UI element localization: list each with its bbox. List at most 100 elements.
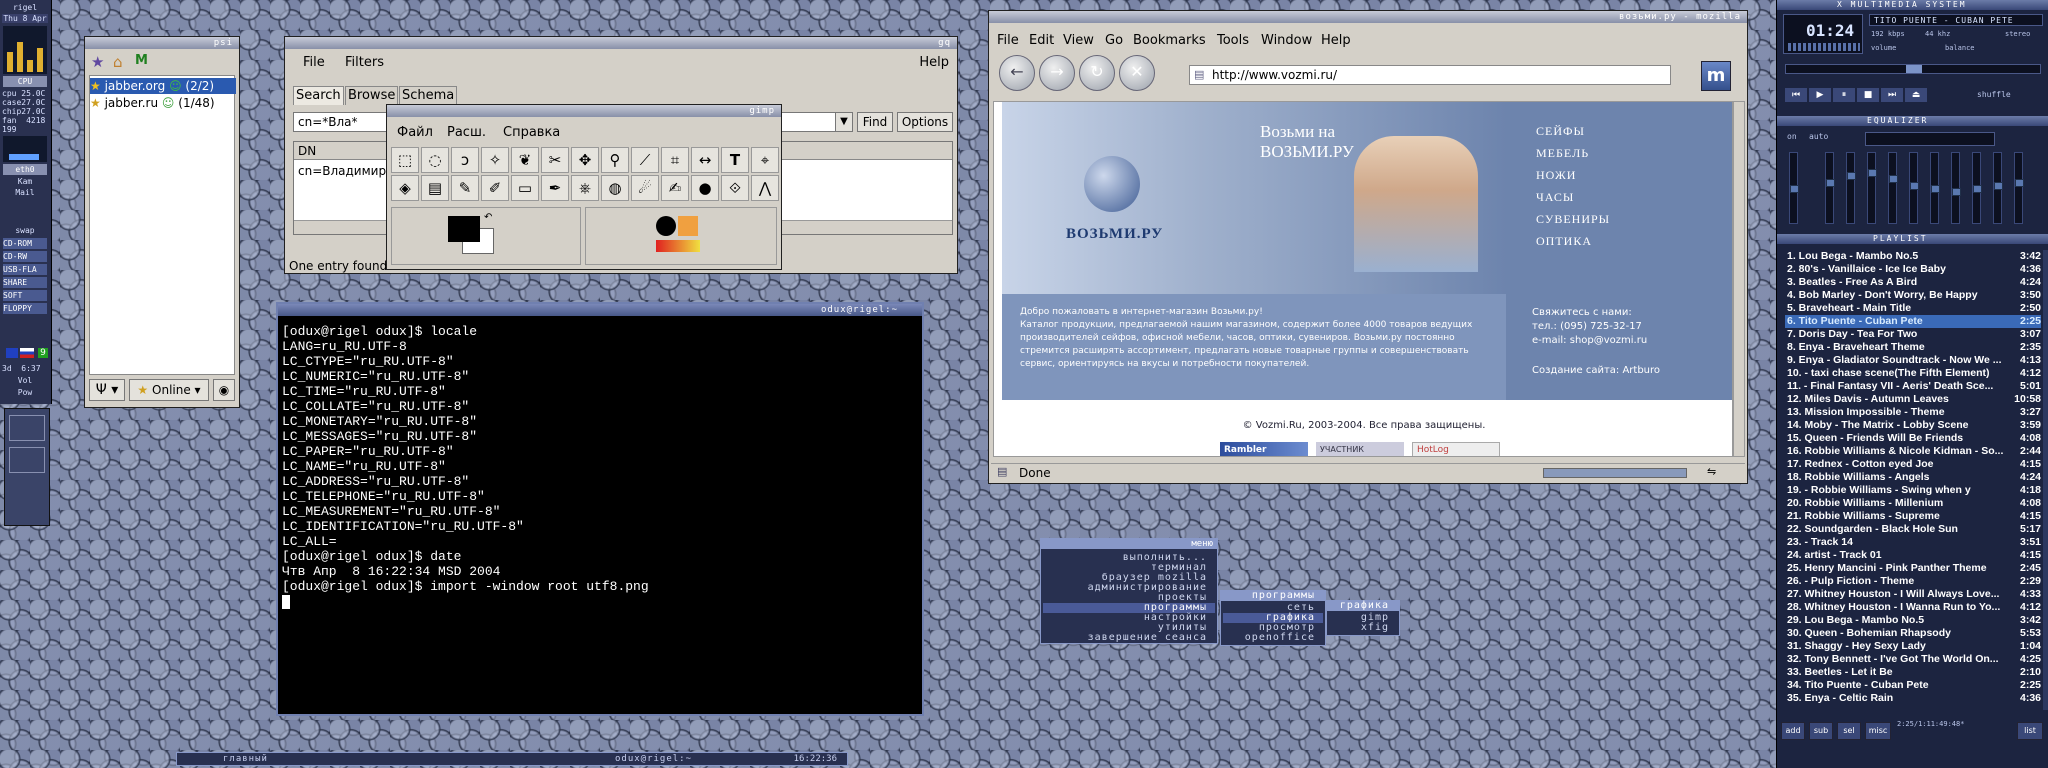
playlist-row[interactable]: 29. Lou Bega - Mambo No.5 3:42: [1785, 614, 2041, 627]
find-button[interactable]: Find: [857, 112, 893, 132]
slider-knob[interactable]: [1952, 188, 1961, 196]
add-button[interactable]: add: [1781, 722, 1805, 740]
convolve-icon[interactable]: ◍: [601, 175, 629, 201]
slider-knob[interactable]: [1994, 182, 2003, 190]
vertical-scrollbar[interactable]: [1733, 101, 1745, 457]
playlist-row[interactable]: 19. - Robbie Williams - Swing when y 4:18: [1785, 484, 2041, 497]
menu-view[interactable]: View: [1063, 33, 1094, 48]
mozilla-throbber-icon[interactable]: m: [1701, 61, 1731, 91]
dock-pow[interactable]: Pow: [2, 388, 48, 397]
ink-icon[interactable]: ●: [691, 175, 719, 201]
playlist-row[interactable]: 32. Tony Bennett - I've Got The World On…: [1785, 653, 2041, 666]
zoom-icon[interactable]: ⚲: [601, 147, 629, 173]
drive-cdrom[interactable]: CD-ROM: [3, 238, 47, 249]
eject-icon[interactable]: ⏏: [1905, 88, 1927, 102]
tab-browse[interactable]: Browse: [345, 86, 399, 105]
slider-knob[interactable]: [1868, 169, 1877, 177]
menu-icon[interactable]: M: [135, 53, 148, 68]
gq-titlebar[interactable]: gq: [285, 37, 957, 49]
seek-handle[interactable]: [1906, 65, 1922, 73]
play-icon[interactable]: ▶: [1809, 88, 1831, 102]
eq-auto-toggle[interactable]: auto: [1809, 132, 1828, 141]
slider-knob[interactable]: [1910, 182, 1919, 190]
playlist-row[interactable]: 16. Robbie Williams & Nicole Kidman - So…: [1785, 445, 2041, 458]
pencil-icon[interactable]: ✎: [451, 175, 479, 201]
scissors-icon[interactable]: ✂: [541, 147, 569, 173]
playlist-row[interactable]: 2. 80's - Vanillaice - Ice Ice Baby 4:36: [1785, 263, 2041, 276]
dock-vol[interactable]: Vol: [2, 376, 48, 385]
playlist-row[interactable]: 20. Robbie Williams - Millenium 4:08: [1785, 497, 2041, 510]
desk-1[interactable]: [9, 415, 45, 441]
eq-band-slider[interactable]: [2014, 152, 2024, 224]
gimp-titlebar[interactable]: gimp: [387, 105, 781, 117]
playlist-row[interactable]: 13. Mission Impossible - Theme 3:27: [1785, 406, 2041, 419]
chevron-down-icon[interactable]: ▼: [835, 112, 853, 132]
status-selector[interactable]: ★ Online ▾: [129, 379, 209, 401]
playlist-row[interactable]: 34. Tito Puente - Cuban Pete 2:25: [1785, 679, 2041, 692]
playlist-row[interactable]: 4. Bob Marley - Don't Worry, Be Happy 3:5…: [1785, 289, 2041, 302]
list-button[interactable]: list: [2017, 722, 2043, 740]
sub-button[interactable]: sub: [1809, 722, 1833, 740]
result-row[interactable]: cn=Владимир: [298, 164, 386, 178]
playlist-row[interactable]: 12. Miles Davis - Autumn Leaves 10:58: [1785, 393, 2041, 406]
slider-knob[interactable]: [1931, 185, 1940, 193]
playlist-row[interactable]: 26. - Pulp Fiction - Theme 2:29: [1785, 575, 2041, 588]
playlist-row[interactable]: 30. Queen - Bohemian Rhapsody 5:53: [1785, 627, 2041, 640]
drive-usb[interactable]: USB-FLA: [3, 264, 47, 275]
category-link[interactable]: НОЖИ: [1536, 168, 1576, 183]
playlist-row[interactable]: 11. - Final Fantasy VII - Aeris' Death S…: [1785, 380, 2041, 393]
playlist-titlebar[interactable]: PLAYLIST: [1777, 234, 2048, 244]
prev-icon[interactable]: ⏮: [1785, 88, 1807, 102]
sel-button[interactable]: sel: [1837, 722, 1861, 740]
xmms-titlebar[interactable]: X MULTIMEDIA SYSTEM: [1777, 0, 2048, 10]
star-icon[interactable]: ★: [91, 53, 104, 71]
psi-event-icon[interactable]: ◉: [213, 379, 235, 401]
drive-share[interactable]: SHARE: [3, 277, 47, 288]
gimp-menu-help[interactable]: Справка: [503, 125, 560, 140]
offline-icon[interactable]: ⇋: [1707, 465, 1716, 478]
psi-menu-button[interactable]: Ψ ▾: [89, 379, 125, 401]
menu-tools[interactable]: Tools: [1217, 33, 1249, 48]
seek-bar[interactable]: [1785, 64, 2041, 74]
task-terminal[interactable]: odux@rigel:~: [615, 753, 692, 765]
gimp-menu-file[interactable]: Файл: [397, 125, 433, 140]
stop-button[interactable]: ✕: [1119, 55, 1155, 91]
eraser-icon[interactable]: ▭: [511, 175, 539, 201]
move-icon[interactable]: ✥: [571, 147, 599, 173]
flip-icon[interactable]: ↔: [691, 147, 719, 173]
menu-filters[interactable]: Filters: [345, 55, 384, 70]
magic-wand-icon[interactable]: ✧: [481, 147, 509, 173]
gradient-preview[interactable]: [656, 240, 700, 252]
airbrush-icon[interactable]: ✒: [541, 175, 569, 201]
menu-item-xfig[interactable]: xfig: [1361, 623, 1389, 633]
eq-titlebar[interactable]: EQUALIZER: [1777, 116, 2048, 126]
eq-band-slider[interactable]: [1909, 152, 1919, 224]
fg-color[interactable]: [448, 216, 480, 242]
playlist-row[interactable]: 21. Robbie Williams - Supreme 4:15: [1785, 510, 2041, 523]
shuffle-toggle[interactable]: shuffle: [1977, 90, 2011, 99]
measure-icon[interactable]: ⟋: [631, 147, 659, 173]
url-bar[interactable]: http://www.vozmi.ru/: [1189, 65, 1671, 85]
tab-schema[interactable]: Schema: [399, 86, 458, 105]
menu-help[interactable]: Help: [1321, 33, 1351, 48]
stop-icon[interactable]: ■: [1857, 88, 1879, 102]
path-icon[interactable]: ⟐: [721, 175, 749, 201]
color-select-icon[interactable]: ❦: [511, 147, 539, 173]
slider-knob[interactable]: [1889, 175, 1898, 183]
eq-band-slider[interactable]: [1825, 152, 1835, 224]
category-link[interactable]: МЕБЕЛЬ: [1536, 146, 1589, 161]
playlist-row[interactable]: 24. artist - Track 01 4:15: [1785, 549, 2041, 562]
psi-titlebar[interactable]: psi: [85, 37, 239, 49]
playlist-row[interactable]: 9. Enya - Gladiator Soundtrack - Now We …: [1785, 354, 2041, 367]
playlist-scrollbar[interactable]: [2043, 250, 2048, 710]
back-button[interactable]: ←: [999, 55, 1035, 91]
made-by[interactable]: Создание сайта: Artburo: [1532, 364, 1732, 378]
playlist-row[interactable]: 15. Queen - Friends Will Be Friends 4:08: [1785, 432, 2041, 445]
account-row[interactable]: ★ jabber.org ☺ (2/2): [90, 78, 236, 94]
playlist-row[interactable]: 33. Beetles - Let it Be 2:10: [1785, 666, 2041, 679]
desktop-name[interactable]: главный: [223, 753, 268, 765]
menu-item-logout[interactable]: завершение сеанса: [1088, 633, 1207, 643]
preamp-slider[interactable]: [1789, 152, 1799, 224]
forward-button[interactable]: →: [1039, 55, 1075, 91]
pattern-preview[interactable]: [678, 216, 698, 236]
